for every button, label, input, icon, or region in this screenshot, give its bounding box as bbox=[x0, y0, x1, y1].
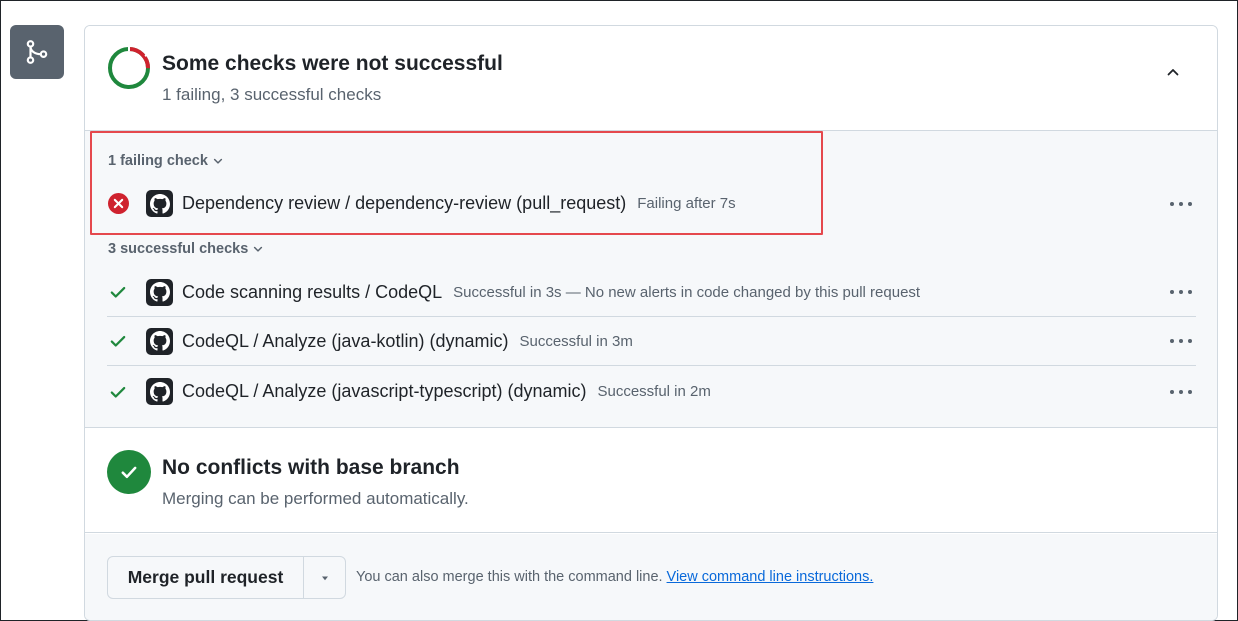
failing-group-label: 1 failing check bbox=[108, 153, 208, 169]
x-circle-fill-icon bbox=[107, 193, 129, 215]
check-meta: Successful in 3s — No new alerts in code… bbox=[453, 283, 921, 301]
check-name[interactable]: CodeQL / Analyze (java-kotlin) (dynamic) bbox=[182, 331, 508, 352]
check-row-failing: Dependency review / dependency-review (p… bbox=[107, 179, 1196, 228]
checks-list: 1 failing check Dependency review / depe… bbox=[85, 131, 1217, 428]
git-merge-icon bbox=[10, 25, 64, 79]
check-row-successful: CodeQL / Analyze (javascript-typescript)… bbox=[107, 367, 1196, 416]
merge-hint: You can also merge this with the command… bbox=[356, 569, 873, 585]
check-name[interactable]: CodeQL / Analyze (javascript-typescript)… bbox=[182, 381, 586, 402]
checks-title: Some checks were not successful bbox=[162, 52, 503, 75]
successful-group-label: 3 successful checks bbox=[108, 241, 249, 257]
check-name[interactable]: Code scanning results / CodeQL bbox=[182, 282, 442, 303]
check-row-successful: CodeQL / Analyze (java-kotlin) (dynamic)… bbox=[107, 317, 1196, 366]
check-icon bbox=[107, 330, 129, 352]
kebab-horizontal-icon[interactable] bbox=[1166, 192, 1196, 216]
command-line-instructions-link[interactable]: View command line instructions. bbox=[667, 569, 874, 585]
successful-checks-toggle[interactable]: 3 successful checks bbox=[108, 241, 264, 257]
check-circle-fill-icon bbox=[107, 450, 151, 494]
check-icon bbox=[107, 281, 129, 303]
failing-checks-toggle[interactable]: 1 failing check bbox=[108, 153, 224, 169]
merge-box: Some checks were not successful 1 failin… bbox=[84, 25, 1218, 621]
conflicts-title: No conflicts with base branch bbox=[162, 456, 460, 479]
merge-button-group: Merge pull request bbox=[107, 556, 346, 599]
kebab-horizontal-icon[interactable] bbox=[1166, 329, 1196, 353]
checks-subtitle: 1 failing, 3 successful checks bbox=[162, 85, 382, 104]
merge-pull-request-button[interactable]: Merge pull request bbox=[108, 557, 304, 598]
merge-method-dropdown[interactable] bbox=[304, 557, 345, 598]
github-mark-icon bbox=[146, 327, 173, 355]
chevron-up-icon[interactable] bbox=[1161, 60, 1185, 84]
github-mark-icon bbox=[146, 190, 173, 217]
check-meta: Failing after 7s bbox=[637, 195, 736, 212]
check-meta: Successful in 3m bbox=[519, 332, 633, 350]
chevron-down-icon bbox=[254, 246, 263, 252]
merge-footer: Merge pull request You can also merge th… bbox=[85, 534, 1217, 620]
triangle-down-icon bbox=[321, 576, 328, 580]
merge-hint-text: You can also merge this with the command… bbox=[356, 569, 663, 585]
check-row-successful: Code scanning results / CodeQL Successfu… bbox=[107, 268, 1196, 317]
checks-header: Some checks were not successful 1 failin… bbox=[85, 26, 1217, 131]
check-status-ring-icon bbox=[108, 47, 150, 89]
kebab-horizontal-icon[interactable] bbox=[1166, 380, 1196, 404]
chevron-down-icon bbox=[213, 158, 223, 164]
conflicts-subtitle: Merging can be performed automatically. bbox=[162, 489, 469, 508]
github-mark-icon bbox=[146, 278, 173, 306]
conflicts-section: No conflicts with base branch Merging ca… bbox=[85, 429, 1217, 533]
window-frame: Some checks were not successful 1 failin… bbox=[0, 0, 1238, 621]
check-icon bbox=[107, 381, 129, 403]
kebab-horizontal-icon[interactable] bbox=[1166, 280, 1196, 304]
github-mark-icon bbox=[146, 378, 173, 405]
check-meta: Successful in 2m bbox=[597, 383, 711, 400]
check-name[interactable]: Dependency review / dependency-review (p… bbox=[182, 193, 626, 214]
